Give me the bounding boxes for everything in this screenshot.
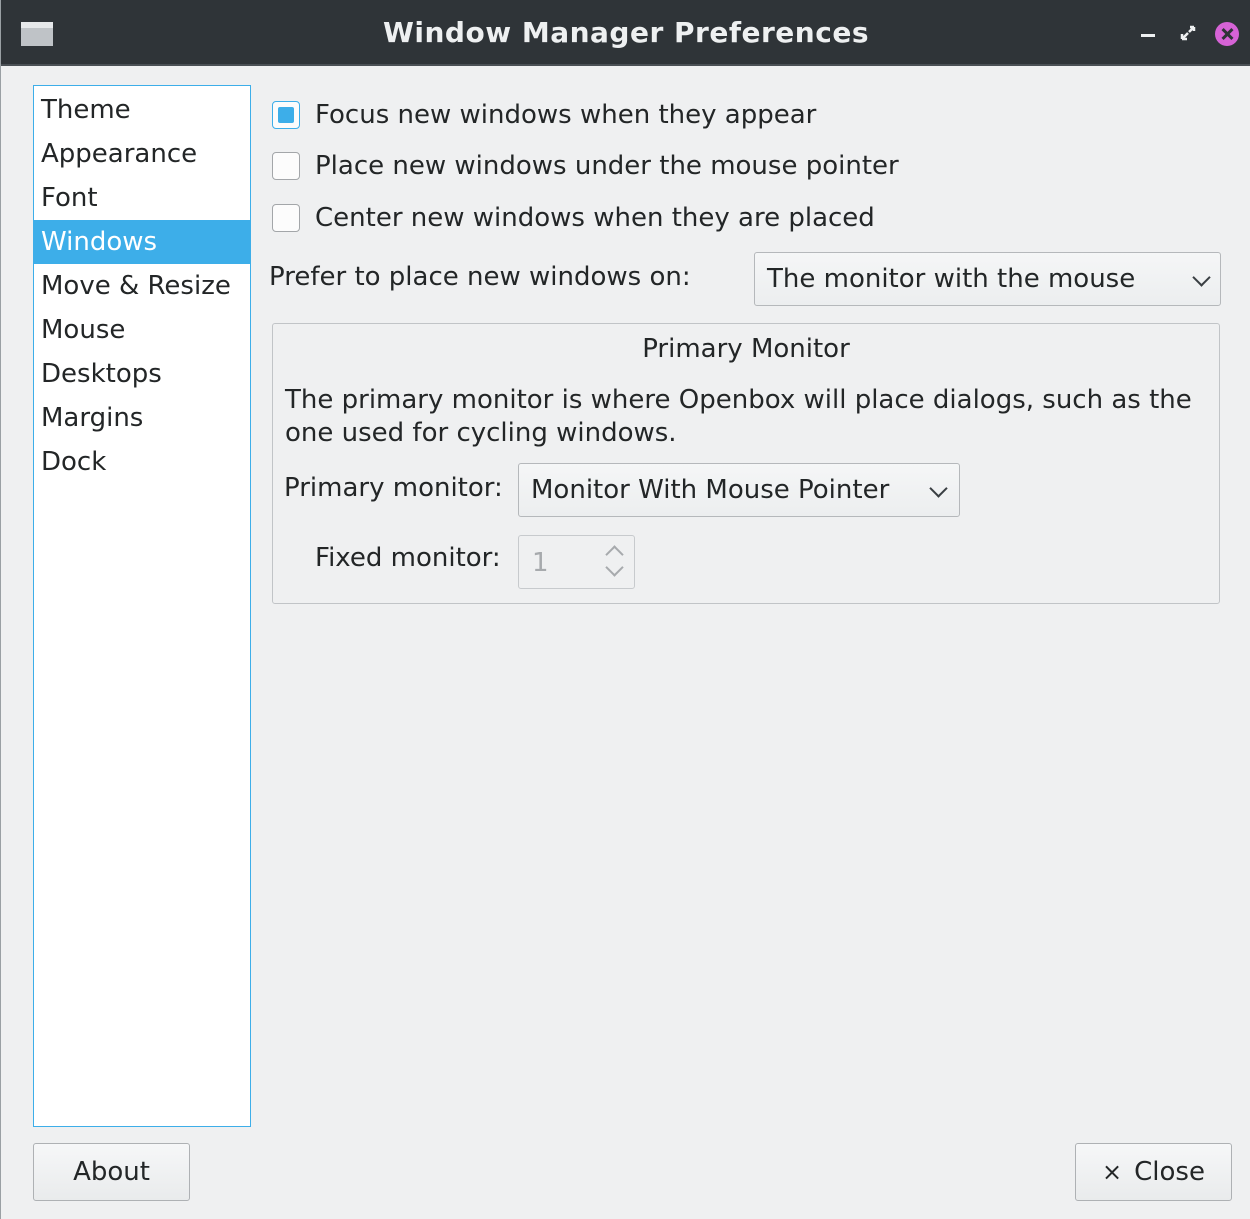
fixed-monitor-value: 1 bbox=[532, 548, 549, 578]
group-description: The primary monitor is where Openbox wil… bbox=[285, 385, 1192, 448]
window-title: Window Manager Preferences bbox=[383, 16, 869, 49]
primary-monitor-dropdown[interactable]: Monitor With Mouse Pointer bbox=[518, 463, 960, 517]
center-new-windows-checkbox[interactable] bbox=[272, 204, 300, 232]
chevron-down-icon bbox=[929, 479, 948, 498]
close-button-label: Close bbox=[1134, 1157, 1205, 1187]
sidebar-item-windows[interactable]: Windows bbox=[34, 220, 250, 264]
sidebar-item-appearance[interactable]: Appearance bbox=[34, 132, 250, 176]
about-button[interactable]: About bbox=[33, 1143, 190, 1201]
about-button-label: About bbox=[73, 1157, 150, 1187]
group-title: Primary Monitor bbox=[642, 334, 850, 364]
sidebar-item-dock[interactable]: Dock bbox=[34, 440, 250, 484]
sidebar-item-font[interactable]: Font bbox=[34, 176, 250, 220]
sidebar-item-mouse[interactable]: Mouse bbox=[34, 308, 250, 352]
focus-new-windows-option[interactable]: Focus new windows when they appear bbox=[272, 98, 816, 132]
place-under-mouse-checkbox[interactable] bbox=[272, 152, 300, 180]
center-new-windows-option[interactable]: Center new windows when they are placed bbox=[272, 201, 875, 235]
primary-monitor-label: Primary monitor: bbox=[284, 473, 503, 503]
center-new-windows-label: Center new windows when they are placed bbox=[315, 203, 875, 233]
prefer-place-label: Prefer to place new windows on: bbox=[269, 262, 691, 292]
sidebar-item-margins[interactable]: Margins bbox=[34, 396, 250, 440]
preferences-window: Window Manager Preferences Theme Appeara… bbox=[0, 0, 1250, 1219]
prefer-place-dropdown[interactable]: The monitor with the mouse bbox=[754, 252, 1221, 306]
sidebar-item-desktops[interactable]: Desktops bbox=[34, 352, 250, 396]
close-x-icon: × bbox=[1102, 1158, 1123, 1186]
primary-monitor-value: Monitor With Mouse Pointer bbox=[531, 475, 890, 505]
settings-category-list[interactable]: Theme Appearance Font Windows Move & Res… bbox=[33, 85, 251, 1127]
maximize-icon[interactable] bbox=[1175, 20, 1201, 46]
sidebar-item-theme[interactable]: Theme bbox=[34, 88, 250, 132]
fixed-monitor-spinbox[interactable]: 1 bbox=[518, 535, 635, 589]
minimize-icon[interactable] bbox=[1135, 20, 1161, 46]
fixed-monitor-label: Fixed monitor: bbox=[315, 543, 501, 573]
place-under-mouse-label: Place new windows under the mouse pointe… bbox=[315, 151, 899, 181]
prefer-place-value: The monitor with the mouse bbox=[767, 264, 1136, 294]
place-under-mouse-option[interactable]: Place new windows under the mouse pointe… bbox=[272, 149, 899, 183]
sidebar-item-move-resize[interactable]: Move & Resize bbox=[34, 264, 250, 308]
close-icon[interactable] bbox=[1213, 20, 1239, 46]
title-bar[interactable]: Window Manager Preferences bbox=[1, 0, 1250, 66]
spin-down-icon[interactable] bbox=[605, 558, 624, 577]
focus-new-windows-checkbox[interactable] bbox=[272, 101, 300, 129]
focus-new-windows-label: Focus new windows when they appear bbox=[315, 100, 817, 130]
close-button[interactable]: × Close bbox=[1075, 1143, 1232, 1201]
chevron-down-icon bbox=[1192, 268, 1211, 287]
